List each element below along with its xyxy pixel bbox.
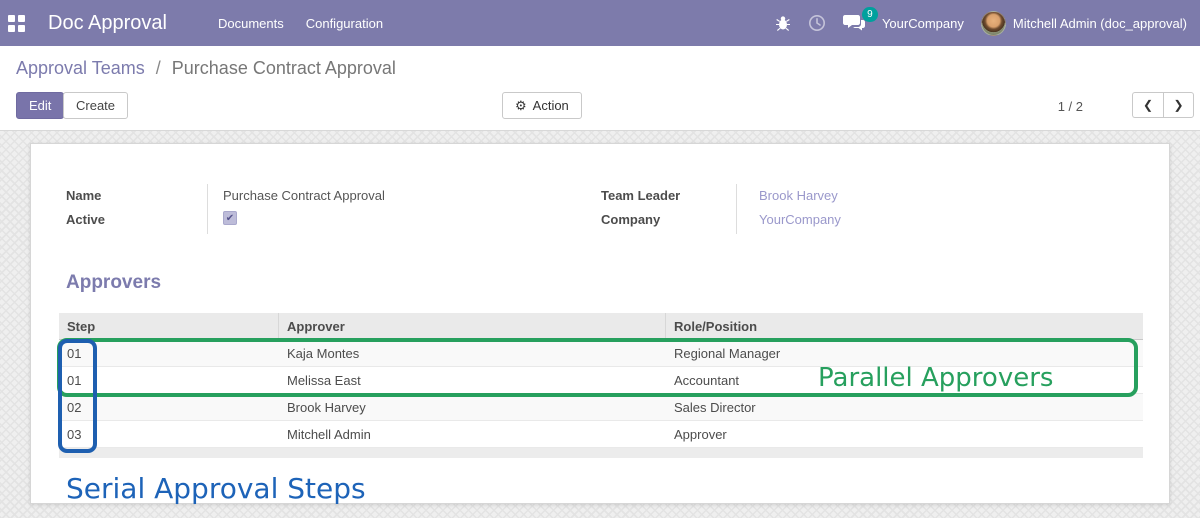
debug-bug-icon[interactable] xyxy=(775,15,791,31)
menu-configuration[interactable]: Configuration xyxy=(295,2,394,45)
control-panel: Approval Teams / Purchase Contract Appro… xyxy=(0,46,1200,131)
name-field-value: Purchase Contract Approval xyxy=(223,188,385,203)
team-leader-field-value[interactable]: Brook Harvey xyxy=(759,188,838,203)
right-column-separator xyxy=(736,184,737,234)
activity-clock-icon[interactable] xyxy=(808,14,826,32)
table-row[interactable]: 02 Brook Harvey Sales Director xyxy=(59,394,1143,421)
active-field-label: Active xyxy=(66,212,106,227)
breadcrumb-current: Purchase Contract Approval xyxy=(171,58,396,78)
breadcrumb-parent-link[interactable]: Approval Teams xyxy=(16,58,145,78)
company-field-label: Company xyxy=(601,212,661,227)
breadcrumb-separator: / xyxy=(155,58,161,78)
app-title[interactable]: Doc Approval xyxy=(48,12,167,35)
cell-role: Regional Manager xyxy=(674,345,781,361)
column-header-approver[interactable]: Approver xyxy=(279,312,666,340)
user-avatar xyxy=(980,10,1006,36)
cell-step: 02 xyxy=(67,399,82,415)
user-menu[interactable]: Mitchell Admin (doc_approval) xyxy=(980,10,1187,36)
gear-icon: ⚙ xyxy=(515,98,527,113)
cell-step: 01 xyxy=(67,372,82,388)
cell-approver: Melissa East xyxy=(287,372,361,388)
cell-approver: Kaja Montes xyxy=(287,345,360,361)
serial-approval-steps-annotation: Serial Approval Steps xyxy=(66,472,366,505)
company-switcher[interactable]: YourCompany xyxy=(882,16,964,31)
cell-role: Approver xyxy=(674,426,727,442)
user-name: Mitchell Admin (doc_approval) xyxy=(1012,15,1187,31)
name-field-label: Name xyxy=(66,188,102,203)
left-column-separator xyxy=(207,184,208,234)
pager-prev-button[interactable]: ❮ xyxy=(1132,92,1163,118)
table-row[interactable]: 01 Kaja Montes Regional Manager xyxy=(59,340,1143,367)
create-button[interactable]: Create xyxy=(63,92,129,119)
apps-grid-icon[interactable] xyxy=(8,14,25,32)
pager-buttons: ❮ ❯ xyxy=(1132,92,1194,118)
menu-documents[interactable]: Documents xyxy=(207,2,295,45)
top-navbar: Doc Approval Documents Configuration 9 Y… xyxy=(0,0,1200,46)
table-row[interactable]: 01 Melissa East Accountant xyxy=(59,367,1143,394)
cell-approver: Brook Harvey xyxy=(287,399,366,415)
cell-step: 03 xyxy=(67,426,82,442)
company-field-value[interactable]: YourCompany xyxy=(759,212,841,227)
pager-next-button[interactable]: ❯ xyxy=(1163,92,1194,118)
navbar-left: Doc Approval Documents Configuration xyxy=(0,2,394,45)
action-button[interactable]: ⚙ Action xyxy=(502,92,582,119)
team-leader-field-label: Team Leader xyxy=(601,188,681,203)
cell-approver: Mitchell Admin xyxy=(287,426,371,442)
edit-button[interactable]: Edit xyxy=(16,92,65,119)
table-header-row: Step Approver Role/Position xyxy=(59,312,1143,340)
form-sheet: Name Purchase Contract Approval Active ✔… xyxy=(30,143,1170,505)
active-checkbox[interactable]: ✔ xyxy=(223,211,237,225)
message-count-badge: 9 xyxy=(861,7,878,22)
cell-role: Sales Director xyxy=(674,399,756,415)
cell-step: 01 xyxy=(67,345,82,361)
pager-counter: 1 / 2 xyxy=(1057,99,1083,114)
table-row[interactable]: 03 Mitchell Admin Approver xyxy=(59,421,1143,448)
cell-role: Accountant xyxy=(674,372,740,388)
column-header-step[interactable]: Step xyxy=(59,312,279,340)
main-menu: Documents Configuration xyxy=(207,2,394,45)
action-button-label: Action xyxy=(532,98,569,113)
messages-icon[interactable]: 9 xyxy=(842,7,878,32)
breadcrumb: Approval Teams / Purchase Contract Appro… xyxy=(16,58,396,79)
table-footer-strip xyxy=(59,448,1143,458)
approvers-table: Step Approver Role/Position 01 Kaja Mont… xyxy=(59,312,1143,458)
approvers-section-title: Approvers xyxy=(66,272,162,293)
column-header-role[interactable]: Role/Position xyxy=(666,313,1143,340)
navbar-right: 9 YourCompany Mitchell Admin (doc_approv… xyxy=(775,0,1200,46)
